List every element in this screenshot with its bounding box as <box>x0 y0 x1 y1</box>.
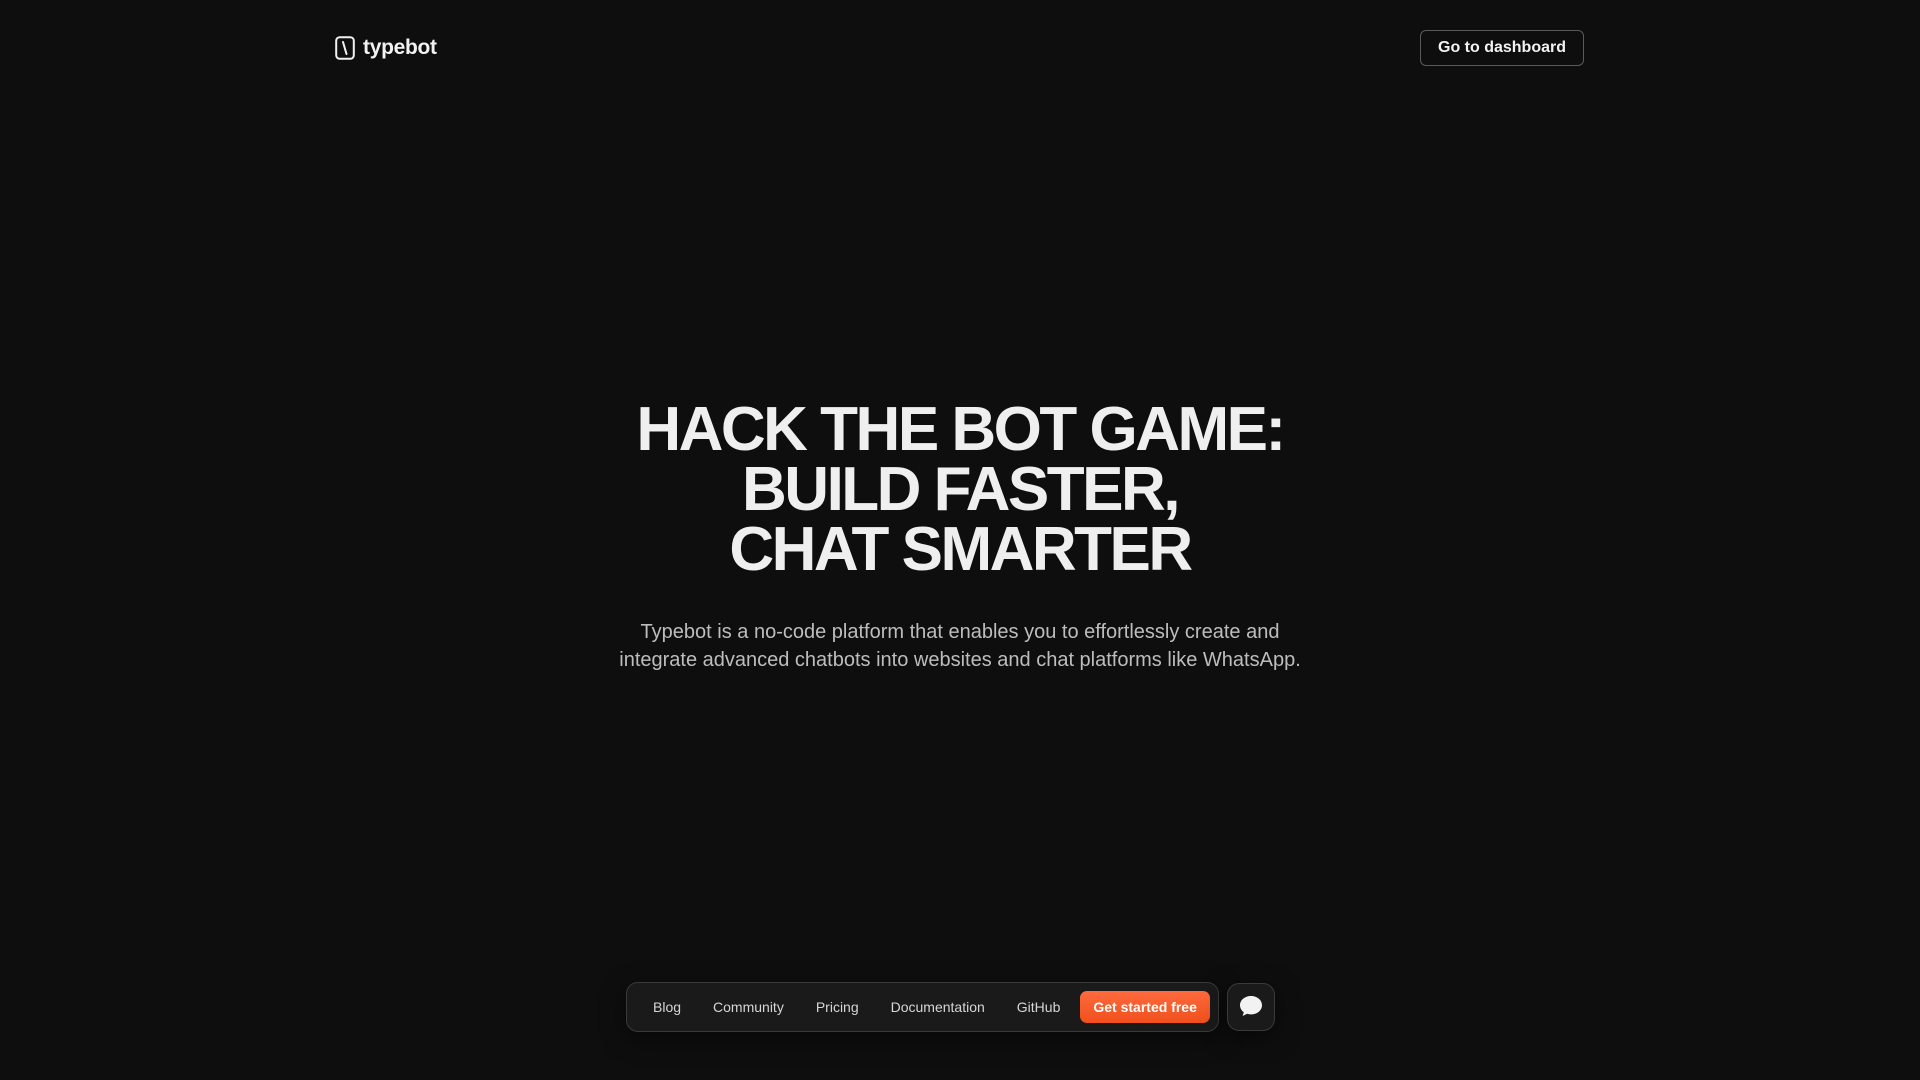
hero-title: HACK THE BOT GAME: BUILD FASTER, CHAT SM… <box>0 395 1920 584</box>
nav-link-documentation[interactable]: Documentation <box>875 991 1001 1023</box>
hero-title-line: HACK THE BOT GAME: <box>636 395 1286 464</box>
go-to-dashboard-button[interactable]: Go to dashboard <box>1420 30 1584 66</box>
hero-subtitle: Typebot is a no-code platform that enabl… <box>580 618 1340 674</box>
chat-bubble-icon <box>1238 994 1264 1021</box>
nav-link-pricing[interactable]: Pricing <box>800 991 875 1023</box>
logo-text: typebot <box>363 36 437 59</box>
chat-button[interactable] <box>1226 983 1275 1031</box>
logo-link[interactable]: typebot <box>335 36 437 60</box>
hero-section: HACK THE BOT GAME: BUILD FASTER, CHAT SM… <box>0 395 1920 674</box>
hero-title-line: CHAT SMARTER <box>729 515 1193 584</box>
hero-subtitle-line: Typebot is a no-code platform that enabl… <box>640 621 1280 643</box>
page: typebot Go to dashboard HACK THE BOT GAM… <box>0 0 1920 1080</box>
get-started-button[interactable]: Get started free <box>1080 991 1210 1023</box>
hero-subtitle-line: integrate advanced chatbots into website… <box>619 649 1301 671</box>
nav-link-github[interactable]: GitHub <box>1001 991 1077 1023</box>
nav-pill: Blog Community Pricing Documentation Git… <box>626 982 1219 1032</box>
top-header: typebot Go to dashboard <box>335 30 1584 66</box>
nav-link-community[interactable]: Community <box>697 991 800 1023</box>
hero-title-line: BUILD FASTER, <box>742 455 1180 524</box>
nav-link-blog[interactable]: Blog <box>637 991 697 1023</box>
typebot-logo-icon <box>335 36 355 60</box>
bottom-nav: Blog Community Pricing Documentation Git… <box>626 982 1275 1032</box>
